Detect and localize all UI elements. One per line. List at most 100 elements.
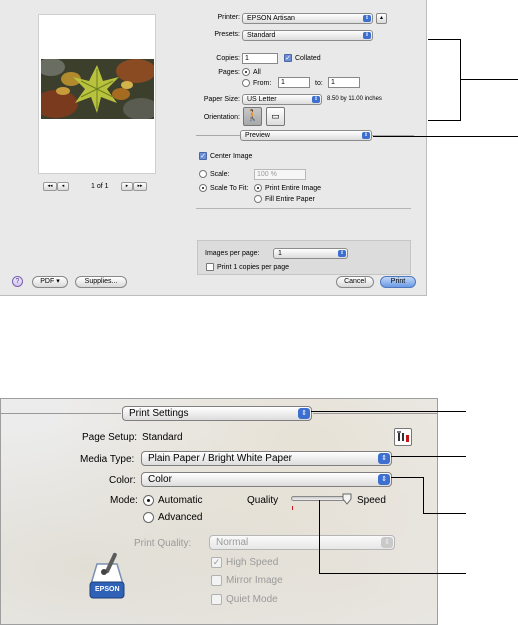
printer-popup[interactable]: EPSON Artisan ⇕	[242, 13, 373, 24]
callout-line	[373, 136, 518, 137]
center-image-label: Center Image	[210, 153, 253, 160]
pages-label: Pages:	[218, 69, 240, 76]
print-button[interactable]: Print	[380, 276, 416, 288]
quiet-mode-checkbox[interactable]	[211, 594, 222, 605]
panel-popup[interactable]: Preview ⇕	[240, 130, 372, 141]
supplies-button[interactable]: Supplies...	[75, 276, 127, 288]
page-count-text: 1 of 1	[91, 183, 109, 190]
callout-line	[391, 477, 424, 478]
landscape-orientation-button[interactable]: ▭	[266, 107, 285, 126]
center-image-checkbox[interactable]: ✓	[199, 152, 207, 160]
media-type-label: Media Type:	[80, 454, 135, 465]
callout-line	[428, 39, 461, 40]
callout-line	[423, 513, 466, 514]
page-setup-value: Standard	[142, 432, 183, 443]
last-page-button[interactable]: ▸▸	[133, 182, 147, 191]
print-quality-label: Print Quality:	[134, 538, 192, 549]
print-entire-image-radio[interactable]	[254, 184, 262, 192]
mirror-image-checkbox[interactable]	[211, 575, 222, 586]
next-page-button[interactable]: ▸	[121, 182, 133, 191]
callout-line	[460, 39, 461, 121]
print-copies-label: Print 1 copies per page	[217, 264, 289, 271]
media-type-popup[interactable]: Plain Paper / Bright White Paper ⇕	[141, 451, 392, 466]
collated-checkbox[interactable]: ✓	[284, 54, 292, 62]
paper-dimensions: 8.50 by 11.00 inches	[327, 96, 382, 102]
quality-speed-slider-thumb[interactable]	[342, 492, 352, 505]
portrait-icon: 🚶	[245, 110, 260, 122]
pages-all-radio[interactable]	[242, 68, 250, 76]
print-quality-value: Normal	[216, 537, 249, 548]
mode-advanced-label: Advanced	[158, 512, 203, 523]
callout-line	[311, 411, 466, 412]
prev-page-button[interactable]: ◂	[57, 182, 69, 191]
copies-field[interactable]: 1	[242, 53, 278, 64]
quality-label: Quality	[247, 495, 279, 506]
popup-arrows-icon: ⇕	[362, 132, 370, 139]
portrait-orientation-button[interactable]: 🚶	[243, 107, 262, 126]
divider	[1, 413, 121, 414]
copies-label: Copies:	[216, 55, 240, 62]
callout-line	[319, 500, 320, 574]
pages-from-label: From:	[253, 80, 272, 87]
quiet-mode-label: Quiet Mode	[226, 594, 278, 605]
pages-to-label: to:	[315, 80, 323, 87]
print-quality-popup[interactable]: Normal ⇕	[209, 535, 395, 550]
images-per-page-label: Images per page:	[205, 250, 260, 257]
mode-automatic-label: Automatic	[158, 495, 203, 506]
print-settings-panel: Print Settings ⇕ Page Setup: Standard Me…	[0, 398, 438, 625]
scale-to-fit-label: Scale To Fit:	[210, 185, 249, 192]
scale-field[interactable]: 100 %	[254, 169, 306, 180]
pages-range-radio[interactable]	[242, 79, 250, 87]
epson-logo-text: EPSON	[95, 586, 120, 593]
print-entire-image-label: Print Entire Image	[265, 185, 322, 192]
pages-from-field[interactable]: 1	[278, 77, 310, 88]
panel-value: Print Settings	[129, 408, 189, 419]
scale-label: Scale:	[210, 171, 230, 178]
pdf-button[interactable]: PDF ▾	[32, 276, 68, 288]
paper-size-label: Paper Size:	[203, 96, 240, 103]
scale-to-fit-radio[interactable]	[199, 184, 207, 192]
divider	[196, 208, 411, 209]
images-per-page-popup[interactable]: 1 ⇕	[273, 248, 348, 259]
pages-to-field[interactable]: 1	[328, 77, 360, 88]
popup-arrows-icon: ⇕	[338, 250, 346, 257]
high-speed-checkbox[interactable]: ✓	[211, 557, 222, 568]
scale-radio[interactable]	[199, 170, 207, 178]
slider-tick	[292, 506, 293, 510]
pages-all-label: All	[253, 69, 261, 76]
help-button[interactable]: ?	[12, 276, 23, 287]
color-popup[interactable]: Color ⇕	[141, 472, 392, 487]
ink-levels-button[interactable]	[394, 428, 412, 446]
mirror-image-label: Mirror Image	[226, 575, 283, 586]
mode-label: Mode:	[110, 495, 138, 506]
print-copies-checkbox[interactable]	[206, 263, 214, 271]
images-per-page-value: 1	[278, 250, 282, 257]
fill-entire-paper-radio[interactable]	[254, 195, 262, 203]
mode-advanced-radio[interactable]	[143, 512, 154, 523]
color-label: Color:	[109, 475, 136, 486]
collated-label: Collated	[295, 55, 321, 62]
layout-box: Images per page: 1 ⇕ Print 1 copies per …	[197, 240, 411, 275]
popup-arrows-icon: ⇕	[298, 408, 310, 419]
panel-popup[interactable]: Print Settings ⇕	[122, 406, 312, 421]
epson-printer-logo: EPSON	[87, 550, 127, 602]
divider	[313, 413, 437, 414]
mode-automatic-radio[interactable]	[143, 495, 154, 506]
page-setup-label: Page Setup:	[82, 432, 138, 443]
popup-arrows-icon: ⇕	[378, 453, 390, 464]
orientation-label: Orientation:	[203, 114, 240, 121]
presets-value: Standard	[247, 32, 276, 39]
presets-popup[interactable]: Standard ⇕	[242, 30, 373, 41]
page-navigator: ◂◂ ◂ 1 of 1 ▸ ▸▸	[43, 182, 159, 192]
popup-arrows-icon: ⇕	[312, 96, 320, 103]
popup-arrows-icon: ⇕	[381, 537, 393, 548]
paper-size-popup[interactable]: US Letter ⇕	[242, 94, 322, 105]
printer-details-button[interactable]: ▴	[376, 13, 387, 24]
media-type-value: Plain Paper / Bright White Paper	[148, 453, 292, 464]
callout-line	[423, 477, 424, 514]
first-page-button[interactable]: ◂◂	[43, 182, 57, 191]
printer-value: EPSON Artisan	[247, 15, 295, 22]
cancel-button[interactable]: Cancel	[336, 276, 374, 288]
callout-line	[461, 79, 518, 80]
landscape-icon: ▭	[271, 111, 280, 121]
